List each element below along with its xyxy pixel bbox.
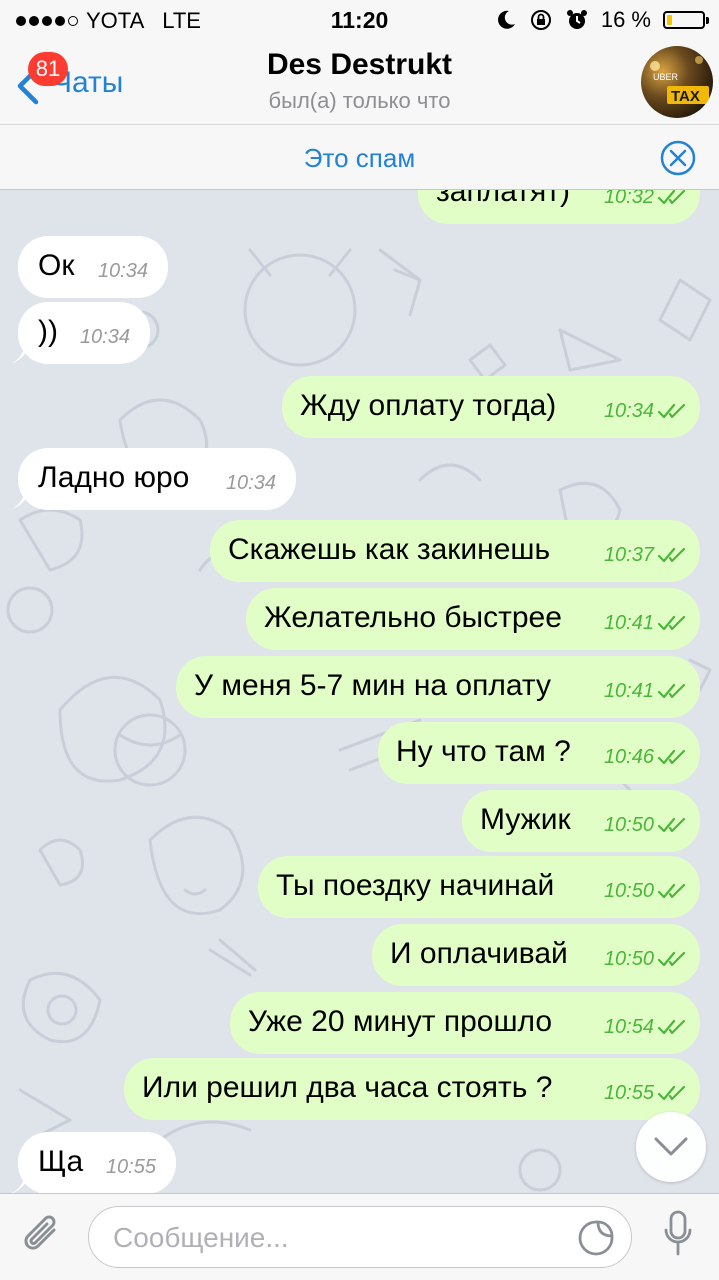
message-text: Ща (38, 1145, 84, 1178)
message-time: 10:46 (603, 746, 654, 768)
message-text: Уже 20 минут прошло (248, 1005, 553, 1038)
message-time: 10:55 (105, 1156, 156, 1178)
spam-report-bar: Это спам (0, 124, 719, 190)
avatar-text-main: TAX (671, 88, 700, 105)
message-input-wrapper (88, 1206, 632, 1268)
message-text: У меня 5-7 мин на оплату (194, 669, 551, 702)
sticker-icon[interactable] (577, 1219, 615, 1257)
message-list[interactable]: заплатят) 10:32 Ок 10:34)) 10:34 Жду оплату т… (0, 190, 719, 1193)
outgoing-message[interactable]: Жду оплату тогда) 10:34 (282, 376, 700, 438)
read-checkmarks-icon (657, 1018, 688, 1041)
message-text: Мужик (480, 803, 571, 836)
status-bar: YOTA LTE 11:20 16 % (0, 0, 719, 40)
outgoing-message[interactable]: У меня 5-7 мин на оплату 10:41 (176, 656, 700, 718)
read-checkmarks-icon (657, 546, 688, 569)
message-time: 10:41 (603, 612, 654, 634)
message-text: Или решил два часа стоять ? (142, 1071, 553, 1104)
read-checkmarks-icon (657, 402, 688, 425)
avatar[interactable]: UBER TAX (641, 46, 713, 118)
message-time: 10:50 (603, 814, 654, 836)
battery-percent: 16 % (600, 7, 651, 32)
incoming-message[interactable]: )) 10:34 (10, 302, 150, 364)
last-seen-status: был(а) только что (268, 88, 451, 113)
outgoing-message[interactable]: Ты поездку начинай 10:50 (258, 856, 700, 918)
message-text: Ладно юро (38, 461, 190, 494)
avatar-image: UBER TAX (641, 46, 713, 118)
message-text: Ну что там ? (396, 735, 571, 768)
outgoing-message[interactable]: Ну что там ? 10:46 (378, 722, 700, 784)
read-checkmarks-icon (657, 1084, 688, 1107)
read-checkmarks-icon (657, 614, 688, 637)
read-checkmarks-icon (657, 882, 688, 905)
alarm-icon (566, 10, 587, 29)
paperclip-icon[interactable] (20, 1212, 64, 1260)
chevron-down-icon (654, 1137, 688, 1156)
message-text: )) (38, 315, 58, 348)
message-time: 10:50 (603, 948, 654, 970)
microphone-icon[interactable] (663, 1210, 693, 1260)
read-checkmarks-icon (657, 190, 688, 211)
read-checkmarks-icon (657, 748, 688, 771)
bubble-tail-icon (10, 1170, 32, 1193)
message-time: 10:34 (97, 260, 148, 282)
message-time: 10:54 (603, 1016, 654, 1038)
message-input[interactable] (111, 1219, 555, 1257)
read-checkmarks-icon (657, 682, 688, 705)
read-checkmarks-icon (657, 950, 688, 973)
message-time: 10:50 (603, 880, 654, 902)
status-right: 16 % (495, 7, 709, 33)
message-time: 10:34 (225, 472, 276, 494)
incoming-message[interactable]: Ладно юро 10:34 (10, 448, 296, 510)
message-text: Желательно быстрее (264, 601, 562, 634)
message-text: Ок (38, 249, 75, 282)
message-time: 10:37 (603, 544, 654, 566)
scroll-to-bottom-button[interactable] (636, 1112, 706, 1182)
rotation-lock-icon (530, 10, 551, 30)
message-time: 10:41 (603, 680, 654, 702)
message-text: Скажешь как закинешь (228, 533, 551, 566)
chat-header: Чаты 81 Des Destrukt был(а) только что U… (0, 40, 719, 124)
message-time: 10:34 (79, 326, 130, 348)
incoming-message[interactable]: Ок 10:34 (18, 236, 168, 298)
chat-title[interactable]: Des Destrukt (0, 48, 719, 82)
composer-bar (0, 1193, 719, 1280)
outgoing-message[interactable]: заплатят) 10:32 (418, 190, 700, 224)
bubble-tail-icon (10, 486, 32, 515)
message-time: 10:55 (603, 1082, 654, 1104)
outgoing-message[interactable]: Или решил два часа стоять ? 10:55 (124, 1058, 700, 1120)
message-time: 10:32 (603, 190, 654, 208)
message-time: 10:34 (603, 400, 654, 422)
message-text: Ты поездку начинай (276, 869, 555, 902)
message-text: заплатят) (436, 190, 570, 208)
battery-icon (663, 11, 709, 29)
outgoing-message[interactable]: Уже 20 минут прошло 10:54 (230, 992, 700, 1054)
moon-icon (497, 10, 515, 29)
outgoing-message[interactable]: Желательно быстрее 10:41 (246, 588, 700, 650)
message-text: И оплачивай (390, 937, 568, 970)
read-checkmarks-icon (657, 816, 688, 839)
outgoing-message[interactable]: Мужик 10:50 (462, 790, 700, 852)
incoming-message[interactable]: Ща 10:55 (11, 1132, 176, 1193)
avatar-text-small: UBER (653, 72, 679, 82)
close-circle-icon[interactable] (659, 139, 697, 177)
battery-level (667, 15, 672, 25)
outgoing-message[interactable]: Скажешь как закинешь 10:37 (210, 520, 700, 582)
bubble-tail-icon (10, 340, 32, 369)
report-spam-button[interactable]: Это спам (0, 143, 719, 174)
message-text: Жду оплату тогда) (300, 389, 557, 422)
outgoing-message[interactable]: И оплачивай 10:50 (372, 924, 700, 986)
